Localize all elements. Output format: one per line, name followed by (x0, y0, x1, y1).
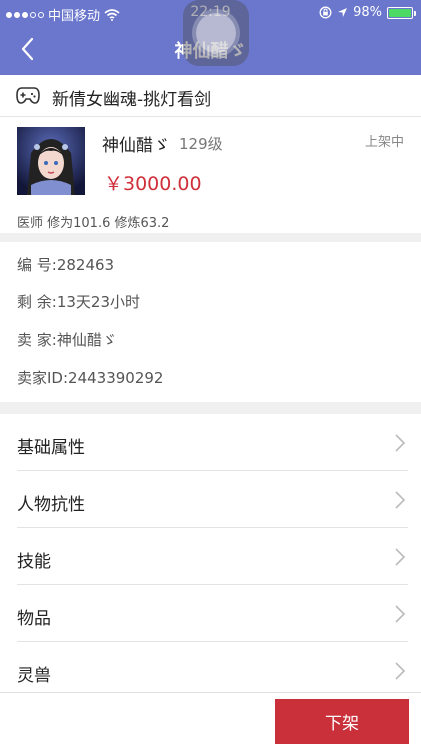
off-shelf-button[interactable]: 下架 (275, 699, 409, 744)
menu-item-skills[interactable]: 技能 (0, 528, 421, 585)
item-id: 编 号:282463 (17, 256, 115, 274)
info-card: 编 号:282463 剩 余:13天23小时 卖 家:神仙醋ゞ 卖家ID:244… (0, 242, 421, 402)
status-badge: 上架中 (364, 135, 404, 150)
menu-item-label: 基础属性 (17, 438, 85, 458)
game-name: 新倩女幽魂-挑灯看剑 (52, 90, 212, 110)
location-icon (338, 8, 348, 17)
seller-id: 卖家ID:2443390292 (17, 369, 164, 387)
menu-item-label: 人物抗性 (17, 495, 85, 515)
menu-item-label: 灵兽 (17, 666, 51, 686)
chevron-right-icon (395, 434, 406, 452)
battery-icon (387, 6, 416, 19)
gamepad-icon (16, 87, 40, 104)
bottom-action-bar: 下架 (0, 692, 421, 750)
chevron-right-icon (395, 605, 406, 623)
menu-item-label: 物品 (17, 609, 51, 629)
assistive-touch-button[interactable] (183, 0, 249, 66)
rotation-lock-icon (319, 6, 332, 19)
header: 中国移动 22:19 98% 神仙醋ゞ (0, 0, 421, 75)
chevron-right-icon (395, 662, 406, 680)
menu-item-basic-attributes[interactable]: 基础属性 (0, 414, 421, 471)
role-name: 神仙醋ゞ (102, 136, 170, 156)
battery-level (389, 8, 411, 17)
avatar (17, 127, 85, 195)
menu-item-pets[interactable]: 灵兽 (0, 642, 421, 699)
menu-item-items[interactable]: 物品 (0, 585, 421, 642)
battery-percent: 98% (353, 5, 382, 20)
seller-name: 卖 家:神仙醋ゞ (17, 331, 117, 349)
role-card[interactable]: 神仙醋ゞ 129级 上架中 ￥3000.00 医师 修为101.6 修炼63.2 (0, 117, 421, 233)
menu-list: 基础属性 人物抗性 技能 物品 灵兽 (0, 414, 421, 694)
game-bar: 新倩女幽魂-挑灯看剑 (0, 75, 421, 117)
remaining-time: 剩 余:13天23小时 (17, 293, 140, 311)
chevron-right-icon (395, 548, 406, 566)
menu-item-label: 技能 (17, 552, 51, 572)
role-level: 129级 (179, 135, 223, 153)
role-price: ￥3000.00 (104, 173, 202, 195)
menu-item-resistance[interactable]: 人物抗性 (0, 471, 421, 528)
chevron-right-icon (395, 491, 406, 509)
role-meta: 医师 修为101.6 修炼63.2 (17, 216, 170, 231)
